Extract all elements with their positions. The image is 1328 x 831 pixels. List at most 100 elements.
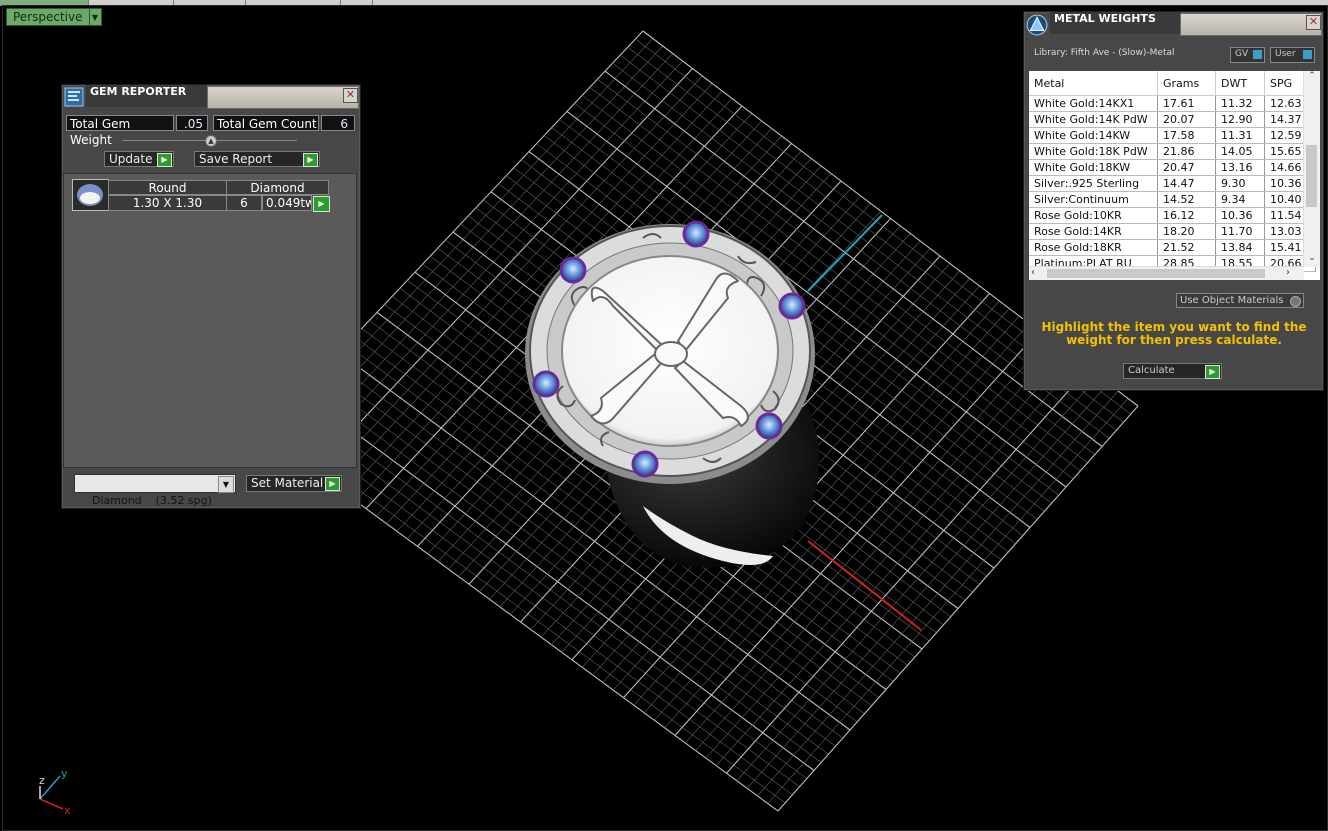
play-arrow-icon: ▶ (303, 153, 318, 167)
table-cell: 10.36 (1215, 207, 1265, 224)
update-button-label: Update (109, 152, 153, 166)
table-row[interactable]: White Gold:14KX1 17.61 11.32 12.63 (1029, 95, 1316, 112)
play-arrow-icon: ▶ (157, 153, 172, 167)
update-button[interactable]: Update ▶ (104, 151, 174, 167)
table-cell: 9.34 (1215, 191, 1265, 208)
scrollbar-thumb[interactable] (1306, 145, 1317, 207)
gem-thumbnail[interactable] (72, 179, 109, 211)
table-cell: 12.90 (1215, 111, 1265, 128)
gem-list-area: Round Diamond 1.30 X 1.30 6 0.049tw ▶ (63, 173, 357, 468)
vertical-scrollbar[interactable]: ⌃ ⌄ (1303, 71, 1320, 267)
play-arrow-icon: ▶ (1205, 365, 1220, 379)
calculate-button[interactable]: Calculate ▶ (1123, 363, 1222, 379)
table-cell: 16.12 (1157, 207, 1216, 224)
user-toggle-label: User (1275, 49, 1296, 59)
table-cell: White Gold:14KW (1029, 127, 1158, 144)
chevron-down-icon[interactable]: ▼ (218, 476, 234, 493)
table-cell: 11.70 (1215, 223, 1265, 240)
scroll-right-icon[interactable]: › (1286, 267, 1290, 278)
gem-row-go-icon[interactable]: ▶ (313, 196, 330, 212)
set-material-button[interactable]: Set Material ▶ (246, 475, 342, 492)
close-icon[interactable]: ✕ (343, 88, 358, 103)
table-row[interactable]: White Gold:14K PdW 20.07 12.90 14.37 (1029, 111, 1316, 128)
axis-x-label: x (64, 804, 71, 817)
column-header-grams[interactable]: Grams (1157, 71, 1216, 96)
horizontal-scrollbar[interactable]: ‹ › (1029, 266, 1304, 280)
table-cell: 14.52 (1157, 191, 1216, 208)
table-cell: 13.84 (1215, 239, 1265, 256)
total-count-label: Total Gem Count (213, 115, 319, 131)
save-report-button[interactable]: Save Report ▶ (194, 151, 320, 167)
table-cell: Rose Gold:10KR (1029, 207, 1158, 224)
use-object-materials-button[interactable]: Use Object Materials (1176, 293, 1304, 308)
table-cell: 11.32 (1215, 95, 1265, 112)
total-weight-value: .05 (176, 115, 208, 131)
table-cell: White Gold:14K PdW (1029, 111, 1158, 128)
gem-reporter-title: GEM REPORTER (86, 85, 207, 107)
gv-toggle[interactable]: GV (1230, 47, 1265, 63)
toggle-indicator-icon (1303, 50, 1312, 59)
metal-weights-table[interactable]: Metal Grams DWT SPG White Gold:14KX1 17.6… (1029, 71, 1320, 280)
scroll-left-icon[interactable]: ‹ (1031, 267, 1035, 278)
table-cell: 11.31 (1215, 127, 1265, 144)
library-label: Library: Fifth Ave - (Slow)-Metal (1034, 48, 1175, 58)
total-weight-label: Total Gem Weight (66, 115, 174, 147)
scroll-down-icon[interactable]: ⌄ (1304, 253, 1320, 267)
table-cell: 14.47 (1157, 175, 1216, 192)
gem-weight-cell: 0.049tw (262, 195, 312, 211)
metal-weights-panel: METAL WEIGHTS ✕ Library: Fifth Ave - (Sl… (1023, 11, 1324, 391)
table-cell: 18.20 (1157, 223, 1216, 240)
table-cell: 21.52 (1157, 239, 1216, 256)
collapse-toggle-icon[interactable]: ▲ (205, 135, 217, 147)
table-row[interactable]: Silver:.925 Sterling 14.47 9.30 10.36 (1029, 175, 1316, 192)
axis-z-label: z (39, 774, 45, 787)
gem-report-icon (64, 87, 84, 107)
view-mode-label[interactable]: Perspective (6, 8, 90, 26)
table-cell: Rose Gold:18KR (1029, 239, 1158, 256)
play-arrow-icon: ▶ (325, 477, 340, 491)
gem-reporter-panel: GEM REPORTER ✕ Total Gem Weight .05 Tota… (61, 84, 361, 509)
material-select[interactable]: Diamond (3.52 spg) ▼ (74, 474, 236, 507)
user-toggle[interactable]: User (1270, 47, 1315, 63)
scroll-up-icon[interactable]: ⌃ (1304, 71, 1320, 85)
table-cell: White Gold:18KW (1029, 159, 1158, 176)
table-cell: 17.58 (1157, 127, 1216, 144)
table-row[interactable]: Rose Gold:14KR 18.20 11.70 13.03 (1029, 223, 1316, 240)
material-select-value: Diamond (3.52 spg) (92, 494, 212, 507)
titlebar-drag-area[interactable] (207, 86, 359, 109)
scrollbar-thumb[interactable] (1047, 269, 1265, 278)
gem-shape-header: Round (108, 180, 227, 195)
gem-count-cell: 6 (226, 195, 262, 211)
save-report-button-label: Save Report (199, 152, 273, 166)
table-cell: 21.86 (1157, 143, 1216, 160)
round-gem-icon (77, 184, 103, 206)
table-cell: 20.47 (1157, 159, 1216, 176)
gem-reporter-titlebar[interactable]: GEM REPORTER ✕ (62, 85, 360, 109)
toggle-indicator-icon (1253, 50, 1262, 59)
view-mode-selector[interactable]: Perspective ▼ (6, 8, 102, 26)
metal-weights-title: METAL WEIGHTS (1050, 12, 1181, 34)
column-header-metal[interactable]: Metal (1029, 71, 1158, 96)
instruction-text: Highlight the item you want to find the … (1041, 320, 1307, 347)
calculate-button-label: Calculate (1128, 365, 1175, 376)
titlebar-drag-area[interactable] (1180, 13, 1322, 36)
table-row[interactable]: Rose Gold:10KR 16.12 10.36 11.54 (1029, 207, 1316, 224)
x-axis-line (807, 540, 922, 631)
column-header-dwt[interactable]: DWT (1215, 71, 1265, 96)
table-cell: 17.61 (1157, 95, 1216, 112)
table-row[interactable]: Rose Gold:18KR 21.52 13.84 15.41 (1029, 239, 1316, 256)
gem-material-header: Diamond (226, 180, 329, 195)
chevron-down-icon[interactable]: ▼ (89, 8, 102, 26)
table-row[interactable]: White Gold:18KW 20.47 13.16 14.66 (1029, 159, 1316, 176)
table-cell: 13.16 (1215, 159, 1265, 176)
table-row[interactable]: White Gold:14KW 17.58 11.31 12.59 (1029, 127, 1316, 144)
ring-model (525, 220, 820, 568)
table-cell: Rose Gold:14KR (1029, 223, 1158, 240)
use-object-materials-label: Use Object Materials (1180, 295, 1284, 306)
table-row[interactable]: Silver:Continuum 14.52 9.34 10.40 (1029, 191, 1316, 208)
table-row[interactable]: White Gold:18K PdW 21.86 14.05 15.65 (1029, 143, 1316, 160)
metal-weights-titlebar[interactable]: METAL WEIGHTS ✕ (1024, 12, 1323, 36)
table-cell: 14.05 (1215, 143, 1265, 160)
close-icon[interactable]: ✕ (1306, 15, 1321, 30)
table-cell: 20.07 (1157, 111, 1216, 128)
